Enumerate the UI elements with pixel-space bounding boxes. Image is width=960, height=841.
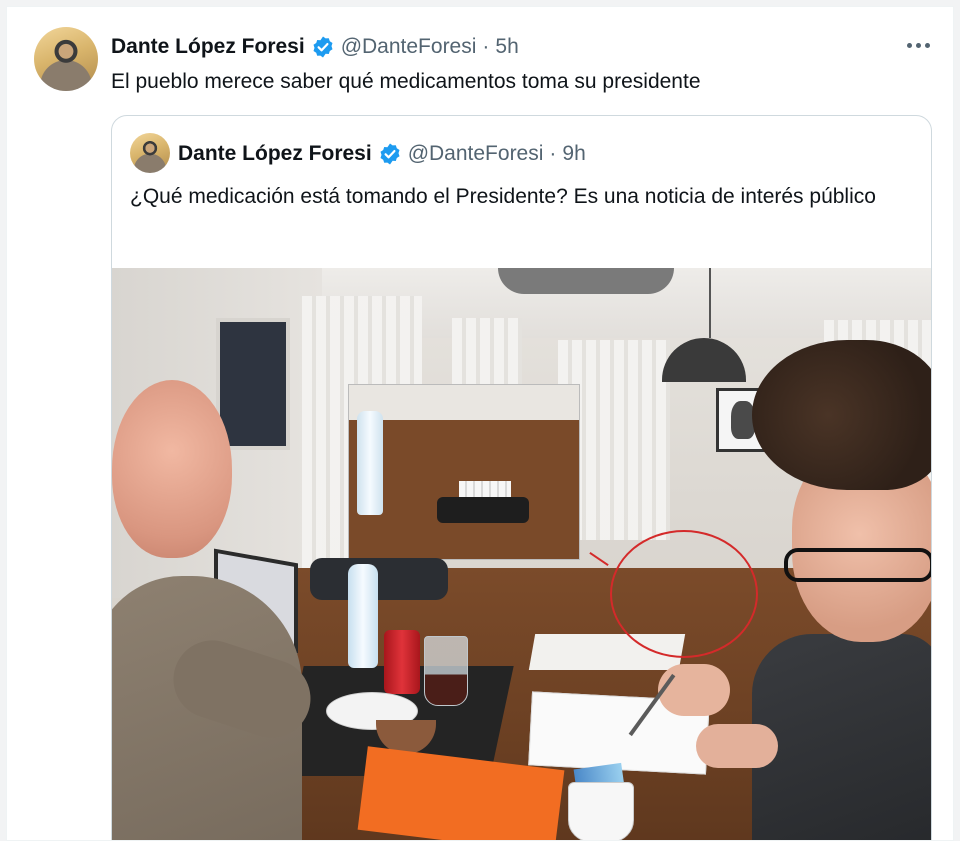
verified-badge-icon (313, 36, 333, 58)
inset-glasses-case (437, 497, 529, 523)
photo-bag (310, 558, 448, 600)
tweet-header: Dante López Foresi @DanteForesi · 5h (111, 33, 519, 61)
photo-cup (568, 782, 634, 840)
photo-person-left-head (112, 380, 232, 558)
quoted-tweet-card[interactable]: Dante López Foresi @DanteForesi · 9h ¿Qu… (111, 115, 932, 840)
separator-dot: · (482, 35, 490, 58)
red-arrow-annotation (589, 552, 609, 566)
photo-soda-can (384, 630, 420, 694)
photo-lamp-cord (709, 268, 711, 338)
photo-hand (696, 724, 778, 768)
red-circle-annotation (610, 530, 758, 658)
photo-wall-picture (216, 318, 290, 450)
quoted-avatar[interactable] (130, 133, 170, 173)
photo-zoom-inset (348, 384, 580, 560)
quoted-author-name[interactable]: Dante López Foresi (178, 142, 372, 166)
photo-glass (424, 636, 468, 706)
photo-pendant-lamp (662, 338, 746, 382)
tweet-photo[interactable] (112, 268, 931, 840)
inset-water-bottle (357, 411, 383, 515)
photo-eyeglasses (784, 548, 931, 582)
more-dot (924, 42, 930, 48)
timestamp[interactable]: 5h (495, 35, 518, 59)
more-dot (906, 42, 912, 48)
author-name[interactable]: Dante López Foresi (111, 35, 305, 59)
quoted-tweet-header: Dante López Foresi @DanteForesi · 9h (178, 140, 586, 168)
tweet[interactable]: Dante López Foresi @DanteForesi · 5h El … (7, 7, 953, 840)
photo-water-bottle (348, 564, 378, 668)
more-options-icon[interactable] (903, 33, 933, 57)
separator-dot: · (549, 142, 557, 165)
avatar[interactable] (34, 27, 98, 91)
verified-badge-icon (380, 143, 400, 165)
photo-ceiling-lamp (498, 268, 674, 294)
photo-person-right-hair (752, 340, 931, 490)
author-handle[interactable]: @DanteForesi (341, 35, 477, 59)
quoted-tweet-text: ¿Qué medicación está tomando el Presiden… (130, 185, 876, 208)
quoted-timestamp[interactable]: 9h (562, 142, 585, 166)
more-dot (915, 42, 921, 48)
photo-hand (658, 664, 730, 716)
quoted-author-handle[interactable]: @DanteForesi (408, 142, 544, 166)
timeline-page: Dante López Foresi @DanteForesi · 5h El … (6, 6, 954, 841)
photo-person-right-body (752, 634, 931, 840)
tweet-text: El pueblo merece saber qué medicamentos … (111, 70, 701, 93)
